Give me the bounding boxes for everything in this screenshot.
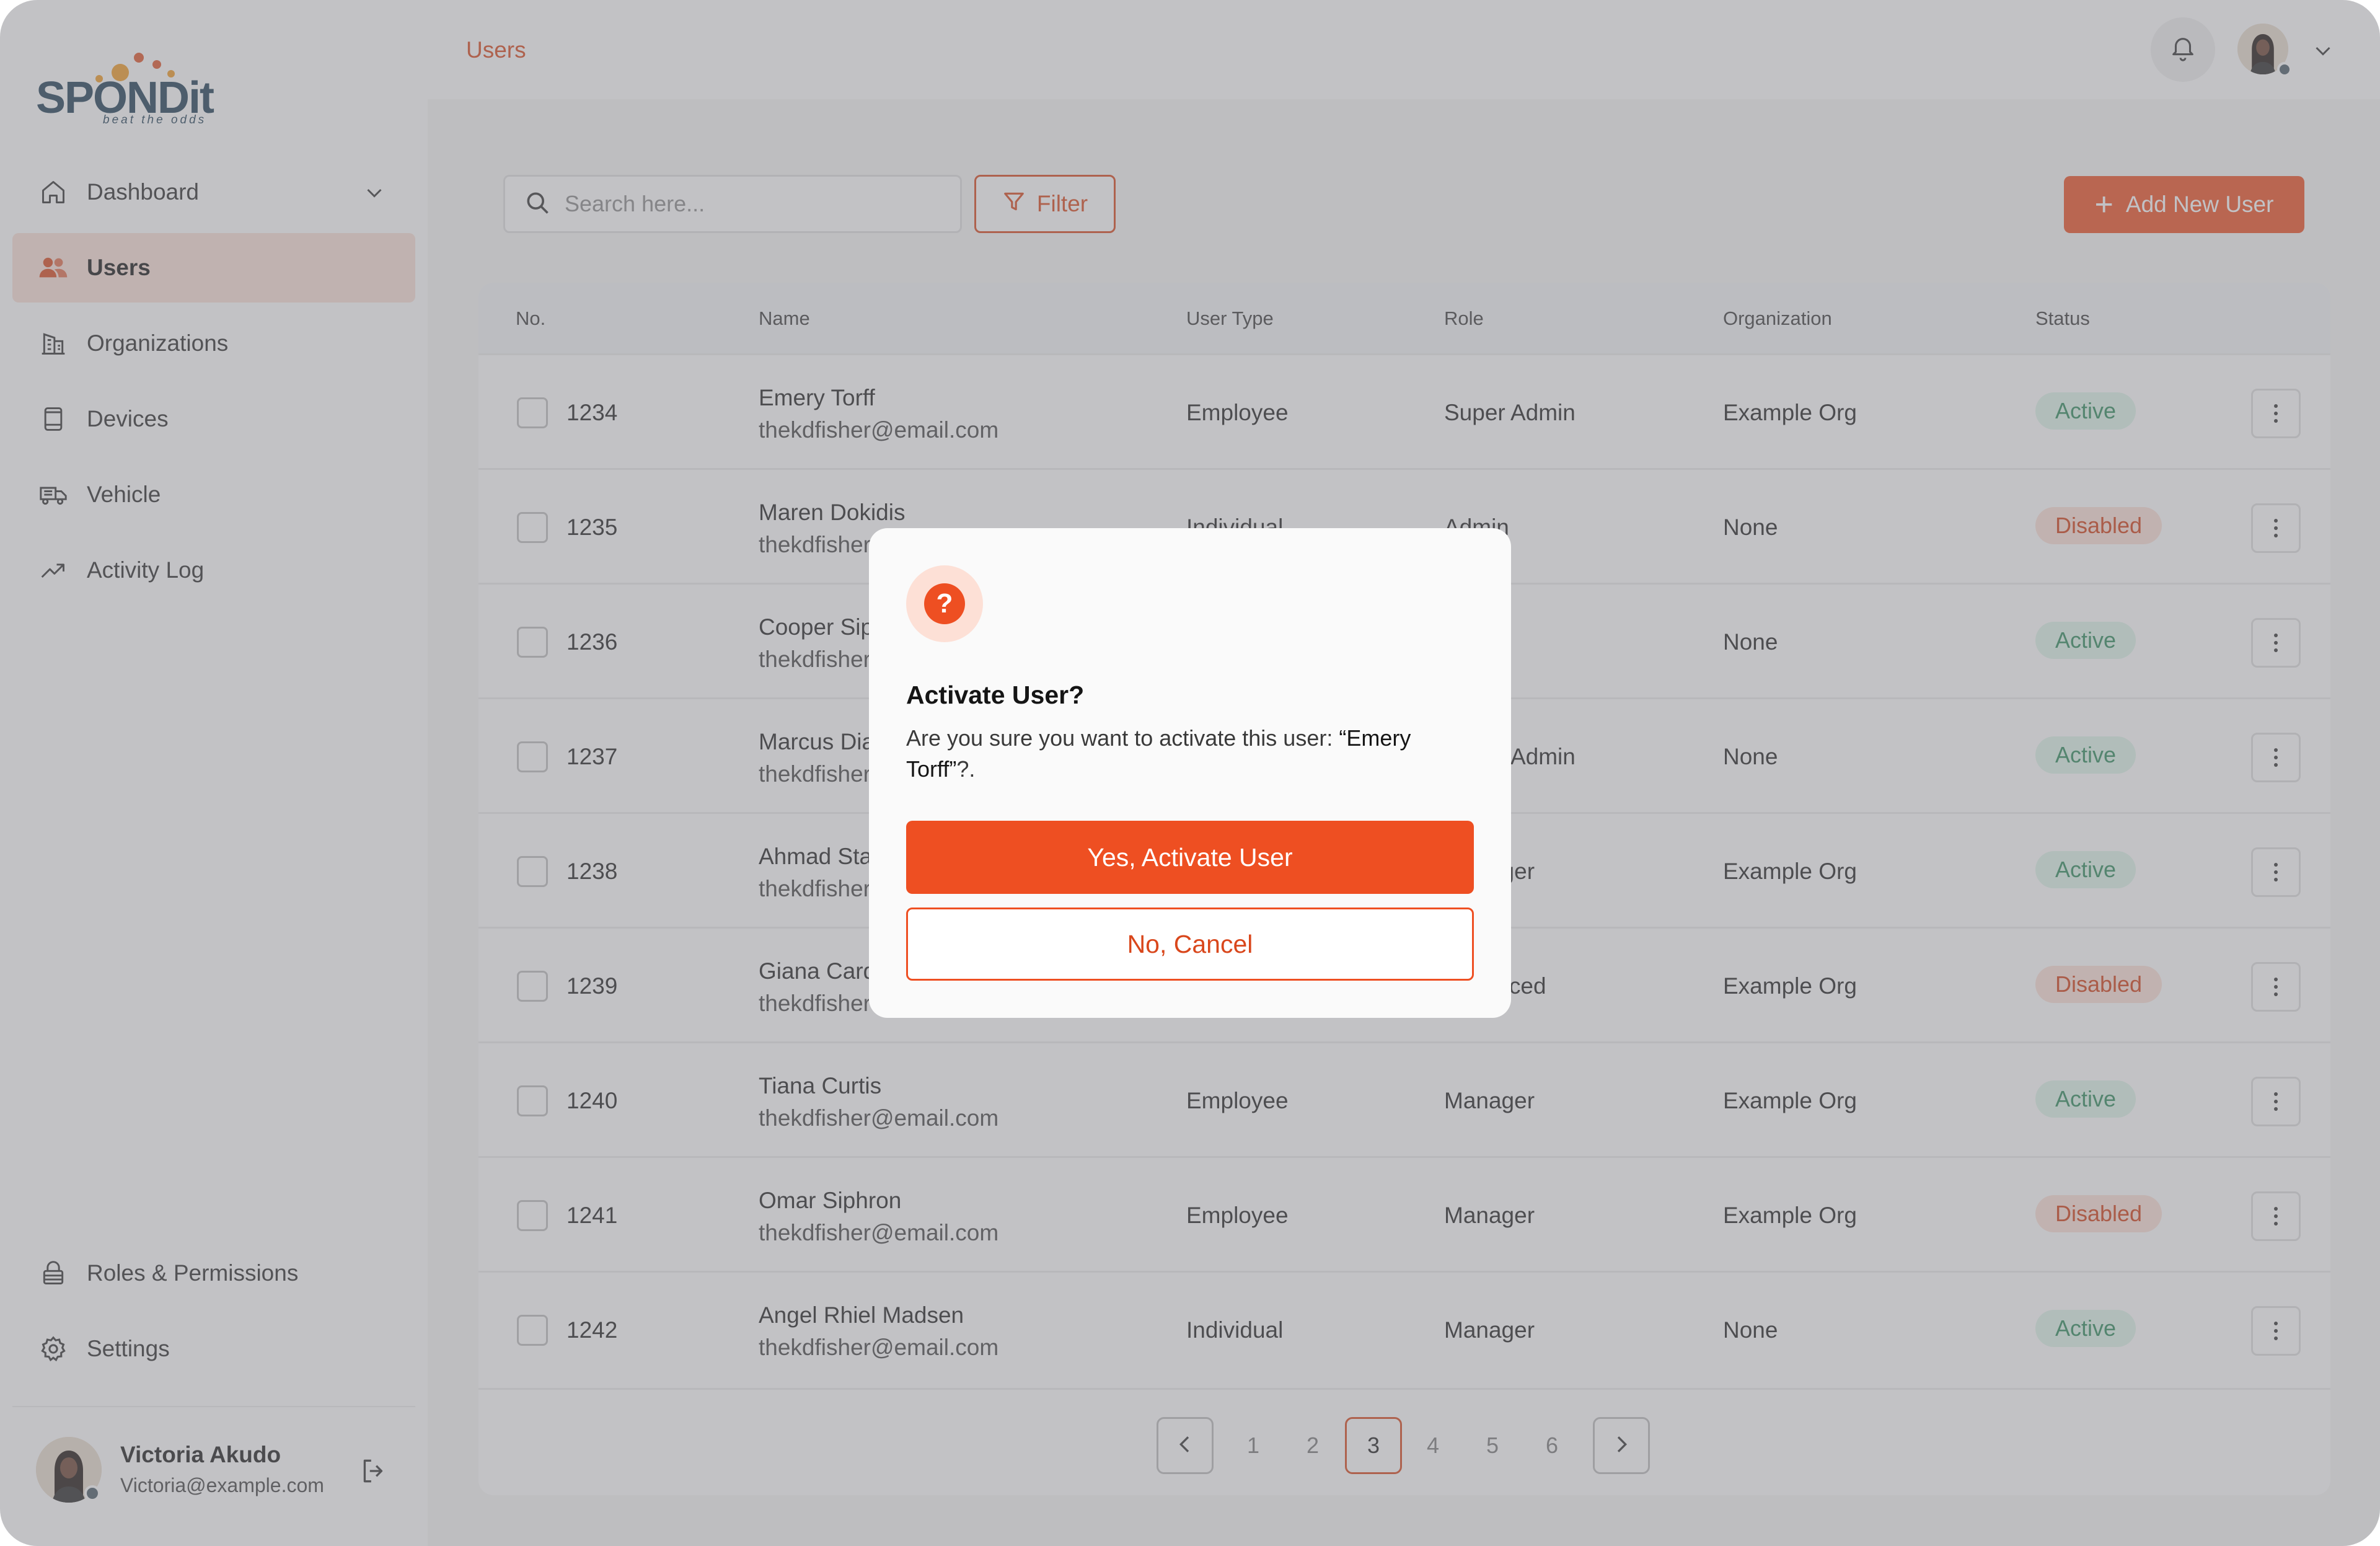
cancel-button[interactable]: No, Cancel bbox=[906, 908, 1474, 981]
dialog-message-prefix: Are you sure you want to activate this u… bbox=[906, 725, 1339, 751]
activate-user-dialog: ? Activate User? Are you sure you want t… bbox=[869, 528, 1511, 1018]
app-window: SPONDit beat the odds Dashboard Users Or… bbox=[0, 0, 2380, 1546]
confirm-activate-button[interactable]: Yes, Activate User bbox=[906, 821, 1474, 894]
dialog-message-suffix: ?. bbox=[956, 756, 976, 782]
dialog-message: Are you sure you want to activate this u… bbox=[906, 723, 1476, 785]
dialog-title: Activate User? bbox=[906, 681, 1085, 709]
question-icon: ? bbox=[924, 583, 965, 624]
question-icon-ring: ? bbox=[906, 565, 983, 642]
